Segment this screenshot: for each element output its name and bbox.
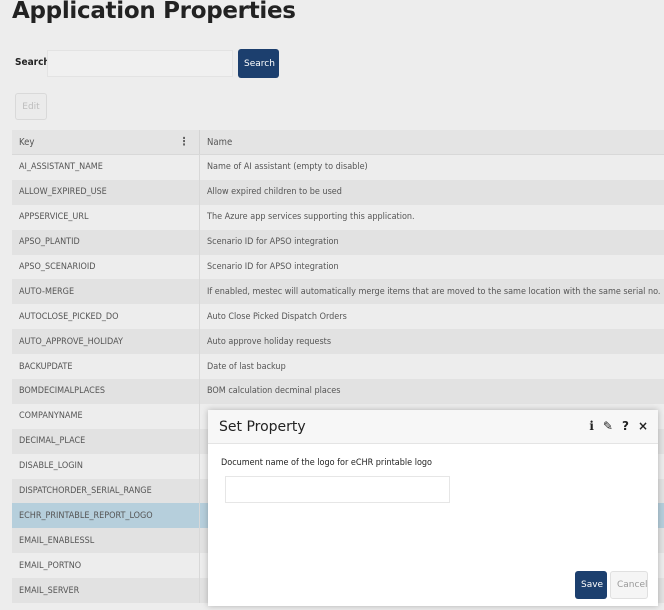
table-row[interactable]: ALLOW_EXPIRED_USE Allow expired children … — [12, 179, 664, 205]
search-button[interactable]: Search — [238, 49, 279, 78]
cell-name: Scenario ID for APSO integration — [207, 262, 339, 272]
table-row[interactable]: APSO_PLANTID Scenario ID for APSO integra… — [12, 229, 664, 255]
cell-key: COMPANYNAME — [12, 403, 200, 429]
cell-name: Allow expired children to be used — [207, 187, 342, 198]
table-row[interactable]: APPSERVICE_URL The Azure app services sup… — [12, 204, 664, 230]
property-field-label: Document name of the logo for eCHR print… — [221, 458, 433, 468]
cell-key: BACKUPDATE — [12, 354, 200, 380]
column-header-key-label: Key — [19, 136, 35, 148]
search-input[interactable] — [47, 50, 233, 77]
cell-key: APPSERVICE_URL — [12, 204, 200, 230]
cell-key: DISPATCHORDER_SERIAL_RANGE — [12, 478, 200, 504]
cell-key: AUTOCLOSE_PICKED_DO — [12, 304, 200, 330]
cancel-button[interactable]: Cancel — [610, 571, 648, 599]
cell-name: Auto Close Picked Dispatch Orders — [207, 311, 347, 322]
table-row[interactable]: AI_ASSISTANT_NAME Name of AI assistant (e… — [12, 155, 664, 180]
dialog-header: Set Property i ✎ ? × — [208, 410, 658, 444]
edit-button[interactable]: Edit — [15, 93, 47, 120]
cell-name: BOM calculation decminal places — [207, 386, 341, 397]
cell-name: Scenario ID for APSO integration — [207, 237, 339, 248]
cell-key: EMAIL_ENABLESSL — [12, 528, 200, 554]
table-row[interactable]: APSO_SCENARIOID Scenario ID for APSO inte… — [12, 254, 664, 280]
cell-key: DECIMAL_PLACE — [12, 428, 200, 454]
cell-name: Auto approve holiday requests — [207, 336, 332, 347]
table-row[interactable]: AUTO-MERGE If enabled, mestec will automa… — [12, 279, 664, 305]
page-title: Application Properties — [12, 0, 296, 24]
pencil-icon[interactable]: ✎ — [603, 419, 613, 433]
cell-name: Date of last backup — [207, 361, 286, 372]
column-header-name[interactable]: Name — [200, 137, 664, 148]
cell-name: If enabled, mestec will automatically me… — [207, 286, 661, 297]
dialog-title: Set Property — [219, 418, 306, 435]
cell-name: The Azure app services supporting this a… — [207, 212, 415, 223]
table-row[interactable]: BOMDECIMALPLACES BOM calculation decminal… — [12, 379, 664, 404]
cell-key: APSO_SCENARIOID — [12, 254, 200, 280]
table-row[interactable]: AUTOCLOSE_PICKED_DO Auto Close Picked Dis… — [12, 304, 664, 330]
cell-key: ALLOW_EXPIRED_USE — [12, 179, 200, 205]
cell-key: APSO_PLANTID — [12, 229, 200, 255]
search-label: Search — [15, 57, 50, 68]
cell-key: EMAIL_SERVER — [12, 578, 200, 604]
property-value-input[interactable] — [225, 476, 450, 503]
help-icon[interactable]: ? — [622, 419, 629, 433]
cell-name: Name of AI assistant (empty to disable) — [207, 162, 368, 173]
column-header-key[interactable]: Key ⋮ — [12, 130, 200, 154]
save-button[interactable]: Save — [575, 571, 607, 599]
table-row[interactable]: BACKUPDATE Date of last backup — [12, 354, 664, 380]
dialog-header-icons: i ✎ ? × — [589, 419, 648, 433]
info-icon[interactable]: i — [589, 419, 594, 433]
cell-key: ECHR_PRINTABLE_REPORT_LOGO — [12, 503, 200, 529]
column-menu-icon[interactable]: ⋮ — [179, 136, 189, 148]
cell-key: AUTO_APPROVE_HOLIDAY — [12, 329, 200, 355]
cell-key: DISABLE_LOGIN — [12, 453, 200, 479]
table-row[interactable]: AUTO_APPROVE_HOLIDAY Auto approve holiday… — [12, 329, 664, 355]
cell-key: AUTO-MERGE — [12, 279, 200, 305]
close-icon[interactable]: × — [638, 419, 648, 433]
cell-key: BOMDECIMALPLACES — [12, 379, 200, 404]
cell-key: EMAIL_PORTNO — [12, 553, 200, 579]
set-property-dialog: Set Property i ✎ ? × Document name of th… — [208, 410, 658, 606]
grid-header: Key ⋮ Name — [12, 130, 664, 155]
cell-key: AI_ASSISTANT_NAME — [12, 155, 200, 180]
